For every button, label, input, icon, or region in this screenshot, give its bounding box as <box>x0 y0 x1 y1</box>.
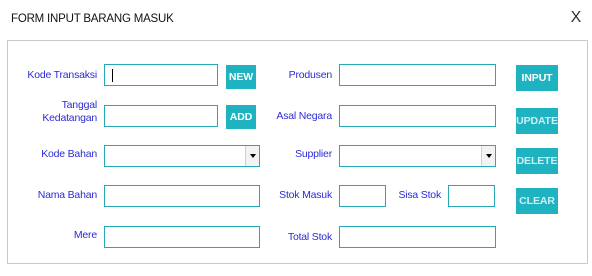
close-icon[interactable]: X <box>566 7 586 29</box>
delete-button[interactable]: DELETE <box>516 148 558 174</box>
clear-button[interactable]: CLEAR <box>516 188 558 214</box>
tanggal-kedatangan-label: Tanggal Kedatangan <box>20 99 97 125</box>
kode-bahan-select[interactable] <box>104 145 260 167</box>
sisa-stok-label: Sisa Stok <box>398 189 441 201</box>
supplier-select[interactable] <box>339 145 496 167</box>
tanggal-label-line2: Kedatangan <box>42 112 97 124</box>
stok-masuk-label: Stok Masuk <box>279 189 332 201</box>
sisa-stok-input[interactable] <box>448 185 495 207</box>
asal-negara-input[interactable] <box>339 105 496 127</box>
total-stok-input[interactable] <box>339 226 496 248</box>
supplier-dropdown-button[interactable] <box>481 146 495 166</box>
chevron-down-icon <box>485 154 492 158</box>
input-button[interactable]: INPUT <box>516 65 558 91</box>
new-button[interactable]: NEW <box>226 65 256 89</box>
produsen-input[interactable] <box>339 64 496 86</box>
form-window: FORM INPUT BARANG MASUK X Kode Transaksi… <box>0 0 592 276</box>
mere-input[interactable] <box>104 226 260 248</box>
nama-bahan-label: Nama Bahan <box>37 189 97 201</box>
nama-bahan-input[interactable] <box>104 185 260 207</box>
window-title: FORM INPUT BARANG MASUK <box>11 13 174 25</box>
stok-masuk-input[interactable] <box>339 185 386 207</box>
supplier-label: Supplier <box>295 148 332 160</box>
kode-transaksi-input[interactable] <box>104 64 218 86</box>
update-button[interactable]: UPDATE <box>516 108 558 134</box>
add-button[interactable]: ADD <box>226 105 256 129</box>
chevron-down-icon <box>249 154 256 158</box>
produsen-label: Produsen <box>288 69 333 81</box>
asal-negara-label: Asal Negara <box>276 110 332 122</box>
mere-label: Mere <box>73 229 97 241</box>
total-stok-label: Total Stok <box>287 231 332 243</box>
tanggal-label-line1: Tanggal <box>61 99 98 111</box>
text-caret <box>112 69 113 82</box>
tanggal-kedatangan-input[interactable] <box>104 105 218 127</box>
kode-transaksi-label: Kode Transaksi <box>27 69 97 81</box>
kode-bahan-dropdown-button[interactable] <box>245 146 259 166</box>
kode-bahan-label: Kode Bahan <box>41 148 97 160</box>
